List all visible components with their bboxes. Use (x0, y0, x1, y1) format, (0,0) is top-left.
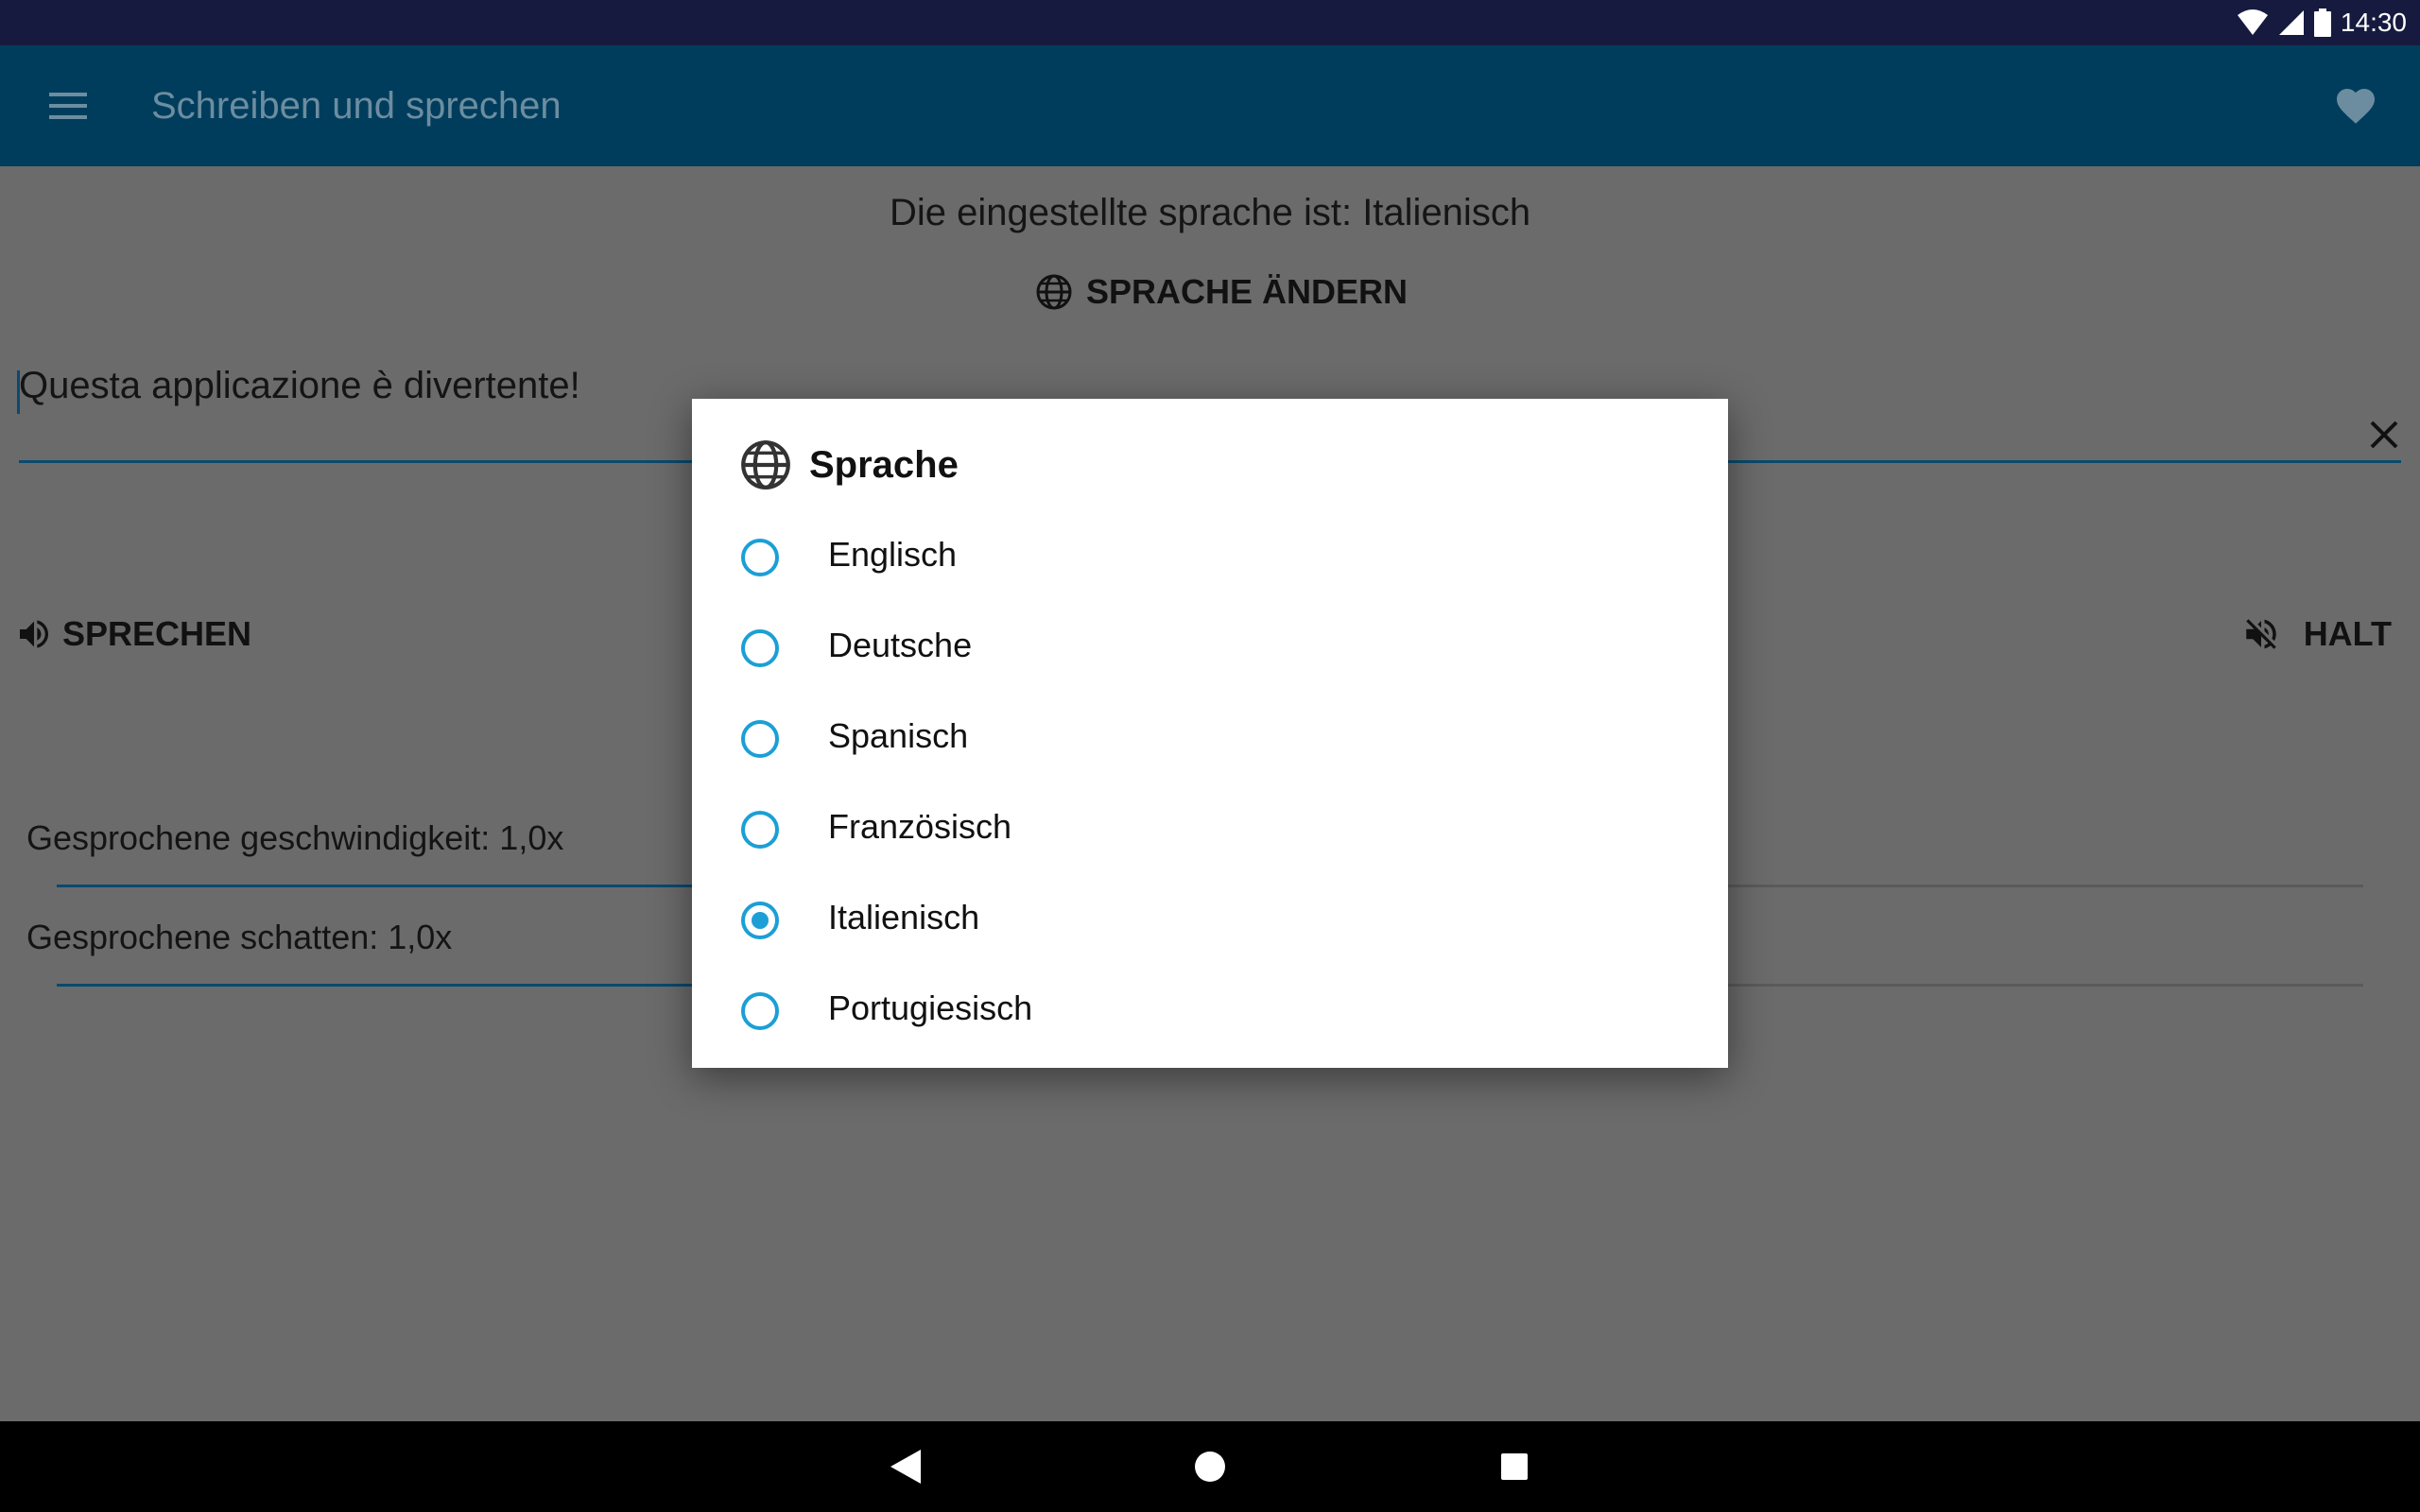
option-label: Portugiesisch (828, 988, 1033, 1027)
speak-label: SPRECHEN (62, 614, 252, 653)
radio-button[interactable] (741, 811, 779, 849)
volume-up-icon (20, 620, 48, 648)
navigation-bar (0, 1421, 2420, 1512)
globe-icon (741, 440, 790, 490)
status-bar: 14:30 (0, 0, 2420, 45)
option-label: Spanisch (828, 716, 969, 755)
recent-apps-icon[interactable] (1501, 1453, 1528, 1480)
option-label: Englisch (828, 535, 958, 574)
language-dialog: Sprache Englisch Deutsche Spanisch Franz… (692, 399, 1728, 1068)
app-title: Schreiben und sprechen (151, 85, 562, 127)
dialog-title: Sprache (809, 443, 959, 486)
close-icon[interactable] (2367, 418, 2401, 452)
volume-off-icon (2245, 619, 2276, 649)
app-bar: Schreiben und sprechen (0, 45, 2420, 166)
pitch-label: Gesprochene schatten: 1,0x (26, 918, 453, 956)
option-label: Deutsche (828, 626, 973, 664)
halt-label: HALT (2303, 614, 2392, 653)
language-option-englisch[interactable]: Englisch (692, 514, 1728, 605)
speak-button[interactable]: SPRECHEN (15, 610, 251, 658)
radio-button[interactable] (741, 992, 779, 1030)
option-label: Italienisch (828, 898, 980, 936)
language-option-spanisch[interactable]: Spanisch (692, 696, 1728, 786)
halt-button[interactable]: HALT (2241, 610, 2392, 658)
globe-icon (1036, 274, 1072, 310)
signal-icon (2278, 10, 2304, 35)
radio-button[interactable] (741, 720, 779, 758)
change-language-button[interactable]: SPRACHE ÄNDERN (1035, 268, 1408, 316)
speed-label: Gesprochene geschwindigkeit: 1,0x (26, 818, 564, 857)
language-options: Englisch Deutsche Spanisch Französisch I… (692, 514, 1728, 1058)
dialog-header: Sprache (739, 437, 959, 493)
radio-button[interactable] (741, 629, 779, 667)
home-icon[interactable] (1195, 1452, 1225, 1482)
language-option-franzoesisch[interactable]: Französisch (692, 786, 1728, 877)
language-option-deutsche[interactable]: Deutsche (692, 605, 1728, 696)
language-option-portugiesisch[interactable]: Portugiesisch (692, 968, 1728, 1058)
current-language-text: Die eingestellte sprache ist: Italienisc… (889, 192, 1531, 233)
radio-button[interactable] (741, 539, 779, 576)
screen: 14:30 Schreiben und sprechen Die eingest… (0, 0, 2420, 1512)
wifi-icon (2237, 9, 2268, 35)
heart-icon[interactable] (2333, 83, 2378, 129)
language-option-italienisch[interactable]: Italienisch (692, 877, 1728, 968)
back-icon[interactable] (889, 1448, 923, 1486)
menu-icon[interactable] (49, 89, 87, 123)
radio-button[interactable] (741, 902, 779, 939)
change-language-label: SPRACHE ÄNDERN (1086, 272, 1409, 311)
battery-icon (2313, 9, 2331, 37)
status-time: 14:30 (2340, 8, 2407, 37)
option-label: Französisch (828, 807, 1012, 846)
status-icons: 14:30 (2237, 0, 2407, 45)
text-input-value: Questa applicazione è divertente! (19, 365, 580, 406)
